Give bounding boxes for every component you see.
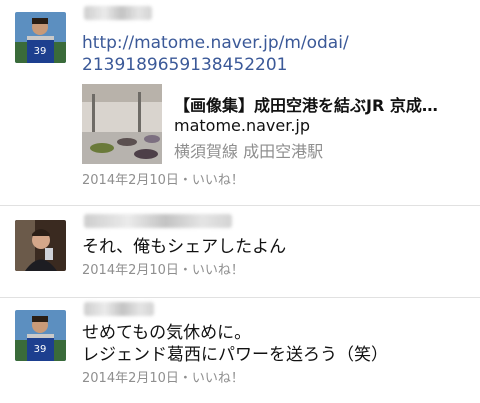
comment-link-line-2[interactable]: 2139189659138452201: [82, 54, 288, 76]
meta-separator: ・: [178, 173, 192, 188]
comment-date: 2014年2月10日: [82, 371, 179, 386]
commenter-name-blurred[interactable]: [84, 6, 152, 20]
link-preview-card[interactable]: 【画像集】成田空港を結ぶJR 京成… matome.naver.jp 横須賀線 …: [82, 84, 472, 166]
airport-terminal-photo-icon: [82, 84, 162, 164]
preview-description: 横須賀線 成田空港駅: [174, 142, 324, 161]
like-button[interactable]: いいね！: [192, 263, 244, 278]
meta-separator: ・: [178, 371, 192, 386]
comment-meta: 2014年2月10日・いいね！: [82, 262, 244, 280]
comment-date: 2014年2月10日: [82, 263, 179, 278]
comment-text-line-1: せめてもの気休めに。: [82, 323, 252, 343]
comment-meta: 2014年2月10日・いいね！: [82, 172, 244, 190]
comment-date: 2014年2月10日: [82, 173, 179, 188]
like-button[interactable]: いいね！: [192, 371, 244, 386]
player-photo-avatar[interactable]: 39: [15, 310, 66, 361]
comment-meta: 2014年2月10日・いいね！: [82, 370, 244, 388]
comment-link-line-1[interactable]: http://matome.naver.jp/m/odai/: [82, 32, 349, 54]
comment-item: 39 せめてもの気休めに。 レジェンド葛西にパワーを送ろう（笑） 2014年2月…: [0, 298, 480, 403]
commenter-name-blurred[interactable]: [84, 214, 232, 228]
preview-title: 【画像集】成田空港を結ぶJR 京成…: [174, 96, 438, 115]
meta-separator: ・: [178, 263, 192, 278]
comment-item: 39 http://matome.naver.jp/m/odai/ 213918…: [0, 0, 480, 205]
commenter-name-blurred[interactable]: [84, 302, 154, 316]
selfie-photo-avatar[interactable]: [15, 220, 66, 271]
like-button[interactable]: いいね！: [192, 173, 244, 188]
player-photo-avatar[interactable]: 39: [15, 12, 66, 63]
comment-text-line-2: レジェンド葛西にパワーを送ろう（笑）: [82, 345, 388, 365]
comment-text: それ、俺もシェアしたよん: [82, 237, 287, 257]
preview-domain: matome.naver.jp: [174, 116, 311, 135]
svg-text:39: 39: [34, 344, 47, 355]
svg-text:39: 39: [34, 46, 47, 57]
comment-item: それ、俺もシェアしたよん 2014年2月10日・いいね！: [0, 206, 480, 296]
